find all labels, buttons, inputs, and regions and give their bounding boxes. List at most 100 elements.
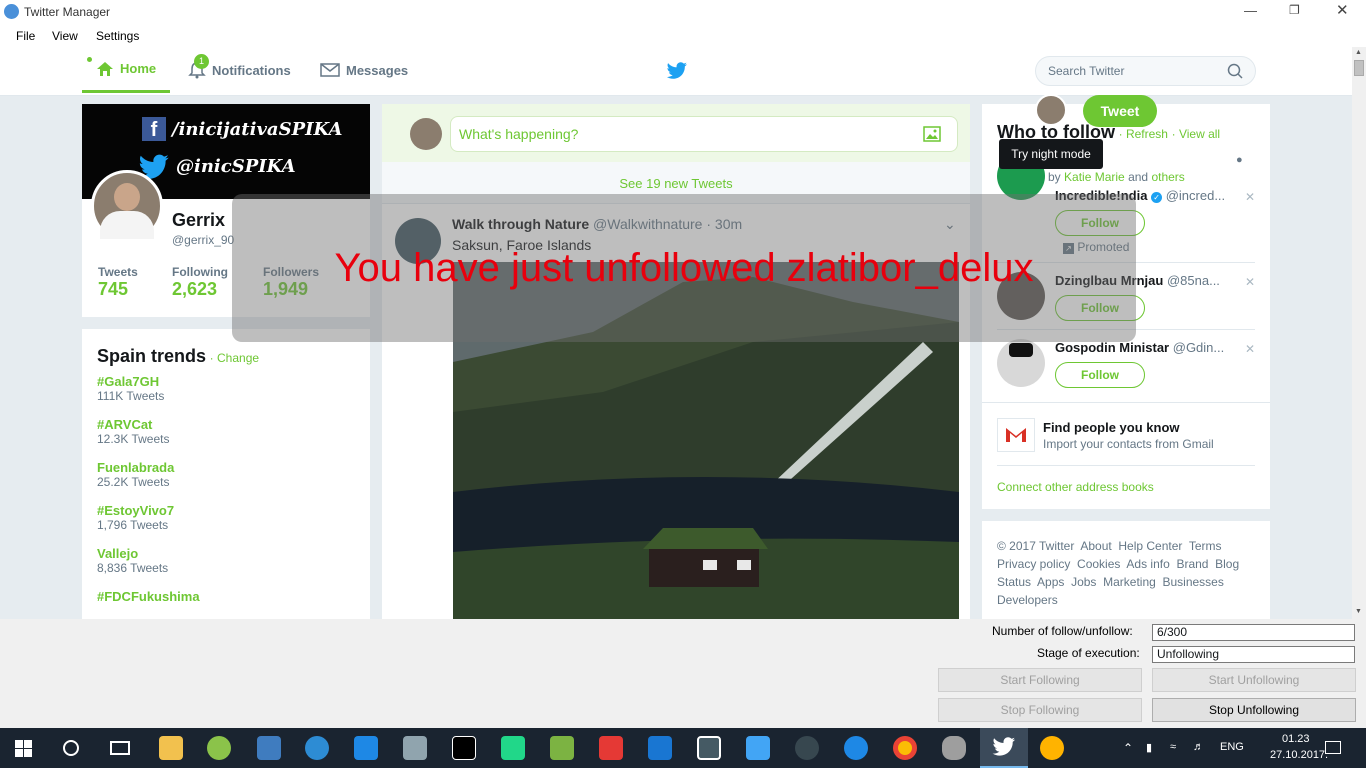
connect-address-books-link[interactable]: Connect other address books bbox=[997, 480, 1154, 494]
trend-item[interactable]: #FDCFukushima bbox=[97, 589, 200, 604]
battery-icon[interactable]: ▮ bbox=[1146, 741, 1152, 754]
dismiss-icon[interactable]: ✕ bbox=[1245, 190, 1255, 204]
user-avatar[interactable] bbox=[997, 339, 1045, 387]
followed-by-name[interactable]: Katie Marie bbox=[1064, 170, 1125, 184]
twitter-manager-taskbar-button[interactable] bbox=[980, 728, 1028, 768]
media-player-icon[interactable] bbox=[305, 736, 329, 760]
nav-messages[interactable]: Messages bbox=[320, 47, 408, 93]
terminal-app-icon[interactable] bbox=[697, 736, 721, 760]
stop-unfollowing-button[interactable]: Stop Unfollowing bbox=[1152, 698, 1356, 722]
footer-link[interactable]: Blog bbox=[1215, 557, 1239, 571]
tray-chevron-icon[interactable]: ⌃ bbox=[1123, 741, 1133, 755]
pycharm-icon[interactable] bbox=[501, 736, 525, 760]
profile-name[interactable]: Gerrix bbox=[172, 210, 225, 231]
vertical-scrollbar[interactable]: ▲ ▼ bbox=[1352, 47, 1366, 619]
paint-app-icon[interactable] bbox=[403, 736, 427, 760]
start-following-button[interactable]: Start Following bbox=[938, 668, 1142, 692]
trend-item[interactable]: #Gala7GH 111K Tweets bbox=[97, 374, 164, 403]
search-input[interactable]: Search Twitter bbox=[1035, 56, 1256, 86]
git-tool-icon[interactable] bbox=[599, 736, 623, 760]
minimize-icon[interactable]: — bbox=[1244, 3, 1257, 18]
trend-item[interactable]: #ARVCat 12.3K Tweets bbox=[97, 417, 170, 446]
wifi-icon[interactable]: ≈ bbox=[1170, 741, 1176, 753]
shark-app-icon[interactable] bbox=[354, 736, 378, 760]
clock-time[interactable]: 01.23 bbox=[1282, 733, 1310, 745]
obs-icon[interactable] bbox=[795, 736, 819, 760]
footer-link[interactable]: Privacy policy bbox=[997, 557, 1070, 571]
windows-start-icon[interactable] bbox=[15, 740, 32, 757]
notepad-icon[interactable] bbox=[550, 736, 574, 760]
profile-handle[interactable]: @gerrix_90 bbox=[172, 233, 234, 247]
python-icon[interactable] bbox=[257, 736, 281, 760]
cortana-icon[interactable] bbox=[63, 740, 79, 756]
start-unfollowing-button[interactable]: Start Unfollowing bbox=[1152, 668, 1356, 692]
intellij-icon[interactable] bbox=[452, 736, 476, 760]
search-icon[interactable] bbox=[1227, 63, 1243, 79]
count-label: Number of follow/unfollow: bbox=[992, 624, 1133, 638]
clapper-app-icon[interactable] bbox=[746, 736, 770, 760]
footer-link[interactable]: Cookies bbox=[1077, 557, 1120, 571]
trend-item[interactable]: #EstoyVivo7 1,796 Tweets bbox=[97, 503, 174, 532]
compose-input[interactable]: What's happening? bbox=[450, 116, 958, 152]
dismiss-icon[interactable]: ✕ bbox=[1245, 275, 1255, 289]
menu-view[interactable]: View bbox=[52, 29, 78, 43]
scroll-down-icon[interactable]: ▼ bbox=[1355, 608, 1362, 615]
trend-item[interactable]: Vallejo 8,836 Tweets bbox=[97, 546, 168, 575]
footer-link[interactable]: Terms bbox=[1189, 539, 1222, 553]
footer-link[interactable]: Businesses bbox=[1162, 575, 1223, 589]
action-center-icon[interactable] bbox=[1325, 741, 1341, 754]
footer-link[interactable]: Status bbox=[997, 575, 1031, 589]
scroll-up-icon[interactable]: ▲ bbox=[1355, 49, 1362, 56]
visual-studio-icon[interactable] bbox=[648, 736, 672, 760]
user-name-line[interactable]: Gospodin Ministar @Gdin... bbox=[1055, 340, 1235, 355]
followed-by-line: by Katie Marie and others bbox=[1048, 170, 1185, 184]
edge-icon[interactable] bbox=[844, 736, 868, 760]
follow-button[interactable]: Follow bbox=[1055, 362, 1145, 388]
footer-link[interactable]: Developers bbox=[997, 593, 1058, 607]
stat-following[interactable]: Following 2,623 bbox=[172, 265, 228, 300]
nav-messages-label: Messages bbox=[346, 62, 409, 78]
scrollbar-thumb[interactable] bbox=[1354, 60, 1364, 76]
paint-palette-icon[interactable] bbox=[1040, 736, 1064, 760]
volume-icon[interactable]: ♬ bbox=[1193, 741, 1204, 753]
footer-link[interactable]: About bbox=[1080, 539, 1111, 553]
footer-link[interactable]: Ads info bbox=[1126, 557, 1169, 571]
footer-link[interactable]: Apps bbox=[1037, 575, 1064, 589]
followed-by-others[interactable]: others bbox=[1151, 170, 1184, 184]
twitter-bird-icon[interactable] bbox=[666, 62, 688, 80]
trends-change-link[interactable]: Change bbox=[217, 351, 259, 365]
menu-file[interactable]: File bbox=[16, 29, 35, 43]
close-icon[interactable]: ✕ bbox=[1336, 1, 1349, 19]
find-people-title[interactable]: Find people you know bbox=[1043, 420, 1180, 435]
count-field[interactable]: 6/300 bbox=[1152, 624, 1355, 641]
wtf-view-all-link[interactable]: View all bbox=[1179, 127, 1220, 141]
footer-link[interactable]: Brand bbox=[1176, 557, 1208, 571]
user-name: Gospodin Ministar bbox=[1055, 340, 1170, 355]
chrome-icon[interactable] bbox=[893, 736, 917, 760]
stage-field[interactable]: Unfollowing bbox=[1152, 646, 1355, 663]
task-view-icon[interactable] bbox=[110, 741, 130, 755]
dismiss-icon[interactable]: ✕ bbox=[1245, 342, 1255, 356]
nav-home[interactable]: Home bbox=[82, 47, 171, 93]
menu-settings[interactable]: Settings bbox=[96, 29, 139, 43]
footer-link[interactable]: Help Center bbox=[1118, 539, 1182, 553]
footer-link[interactable]: Marketing bbox=[1103, 575, 1156, 589]
trend-item[interactable]: Fuenlabrada 25.2K Tweets bbox=[97, 460, 174, 489]
tweet-button[interactable]: Tweet bbox=[1083, 95, 1157, 127]
language-indicator[interactable]: ENG bbox=[1220, 741, 1244, 753]
file-explorer-icon[interactable] bbox=[159, 736, 183, 760]
wtf-refresh-link[interactable]: Refresh bbox=[1126, 127, 1168, 141]
clock-date[interactable]: 27.10.2017. bbox=[1270, 749, 1328, 761]
stat-tweets[interactable]: Tweets 745 bbox=[98, 265, 138, 300]
database-icon[interactable] bbox=[942, 736, 966, 760]
restore-icon[interactable]: ❐ bbox=[1289, 3, 1300, 17]
android-studio-icon[interactable] bbox=[207, 736, 231, 760]
avatar-hat bbox=[1009, 343, 1033, 357]
profile-avatar[interactable] bbox=[91, 170, 163, 242]
user-menu-avatar[interactable] bbox=[1035, 94, 1067, 126]
image-icon[interactable] bbox=[923, 126, 941, 142]
stop-following-button[interactable]: Stop Following bbox=[938, 698, 1142, 722]
compose-box: What's happening? bbox=[382, 104, 970, 162]
footer-link[interactable]: Jobs bbox=[1071, 575, 1096, 589]
footer-link[interactable]: © 2017 Twitter bbox=[997, 539, 1074, 553]
